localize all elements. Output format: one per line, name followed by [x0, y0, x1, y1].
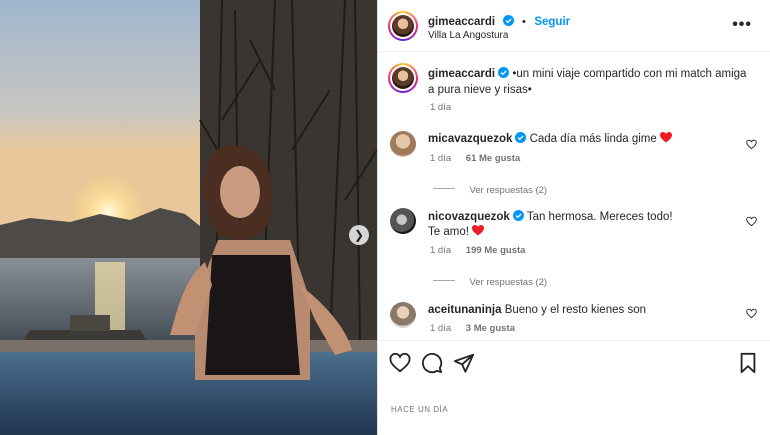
post-image: [0, 0, 377, 435]
like-comment-heart-icon[interactable]: [746, 216, 757, 227]
comment-text-line2: Te amo!: [428, 226, 469, 238]
view-replies-button[interactable]: Ver respuestas (2): [433, 272, 547, 290]
verified-badge-icon: [515, 132, 527, 143]
separator-dot: •: [522, 16, 526, 28]
reply-line: [433, 280, 455, 282]
comment-time[interactable]: 1 día: [430, 245, 451, 256]
post-timestamp: HACE UN DÍA: [391, 405, 449, 414]
heart-outline-icon[interactable]: [389, 352, 411, 374]
commenter-avatar[interactable]: [390, 302, 416, 328]
verified-badge-icon: [502, 15, 514, 26]
red-heart-emoji-icon: [660, 132, 672, 143]
send-icon[interactable]: [453, 352, 475, 374]
comment-text: Cada día más linda gime: [529, 133, 657, 145]
view-replies-label: Ver respuestas (2): [469, 277, 548, 288]
commenter-avatar[interactable]: [390, 131, 416, 157]
caption-time[interactable]: 1 día: [430, 102, 451, 113]
comment-likes[interactable]: 3 Me gusta: [466, 323, 515, 334]
comment-text: Bueno y el resto kienes son: [504, 304, 646, 316]
commenter-username[interactable]: aceitunaninja: [428, 304, 502, 316]
commenter-avatar[interactable]: [390, 208, 416, 234]
bookmark-icon[interactable]: [737, 352, 759, 374]
view-replies-label: Ver respuestas (2): [469, 185, 548, 196]
comment-icon[interactable]: [421, 352, 443, 374]
caption: gimeaccardi •un mini viaje compartido co…: [428, 66, 748, 98]
comment-time[interactable]: 1 día: [430, 153, 451, 164]
caption-username[interactable]: gimeaccardi: [428, 68, 495, 80]
verified-badge-icon: [498, 67, 510, 78]
comment-time[interactable]: 1 día: [430, 323, 451, 334]
commenter-username[interactable]: micavazquezok: [428, 133, 512, 145]
like-comment-heart-icon[interactable]: [746, 308, 757, 319]
post-photo[interactable]: ❯: [0, 0, 377, 435]
follow-button[interactable]: Seguir: [534, 16, 570, 28]
author-avatar[interactable]: [388, 11, 418, 41]
reply-line: [433, 188, 455, 190]
author-username[interactable]: gimeaccardi: [428, 16, 495, 28]
actions-divider: [378, 340, 770, 341]
more-options-icon[interactable]: •••: [732, 16, 752, 34]
caption-avatar[interactable]: [388, 63, 418, 93]
red-heart-emoji-icon: [472, 225, 485, 236]
verified-badge-icon: [512, 210, 524, 221]
comment-likes[interactable]: 61 Me gusta: [466, 153, 520, 164]
comment-text: Tan hermosa. Mereces todo!: [526, 211, 673, 223]
post-details-panel: gimeaccardi • Seguir Villa La Angostura …: [378, 0, 770, 435]
post-location[interactable]: Villa La Angostura: [428, 30, 508, 41]
next-photo-button[interactable]: ❯: [349, 225, 369, 245]
post-header: gimeaccardi • Seguir Villa La Angostura …: [378, 0, 770, 52]
comment-likes[interactable]: 199 Me gusta: [466, 245, 526, 256]
commenter-username[interactable]: nicovazquezok: [428, 211, 510, 223]
view-replies-button[interactable]: Ver respuestas (2): [433, 180, 547, 198]
chevron-right-icon: ❯: [353, 228, 365, 242]
like-comment-heart-icon[interactable]: [746, 139, 757, 150]
